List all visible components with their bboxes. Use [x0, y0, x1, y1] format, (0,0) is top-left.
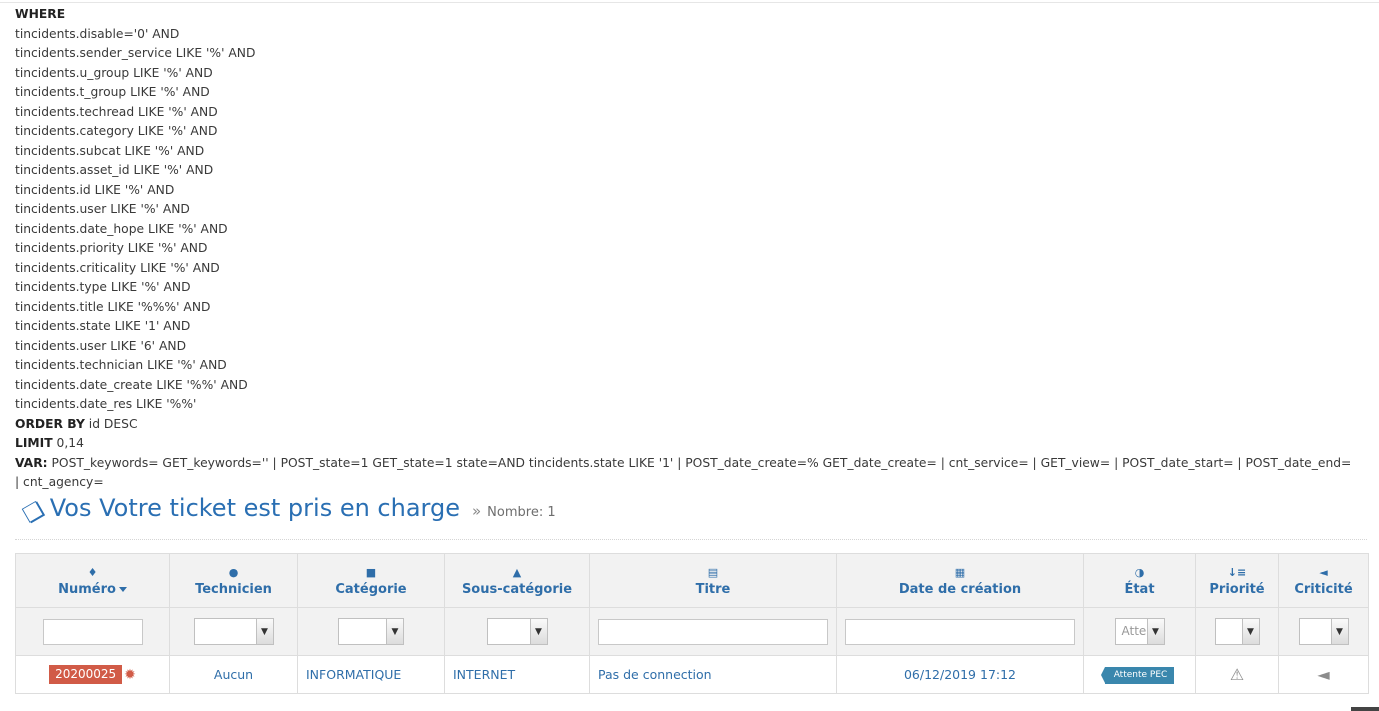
bullhorn-icon: ◄: [1319, 565, 1328, 579]
sql-conditions: tincidents.disable='0' AND tincidents.sen…: [15, 25, 1355, 415]
sitemap-icon: ▲: [512, 565, 522, 579]
column-header-numero[interactable]: ♦ Numéro: [15, 553, 170, 608]
tickets-table: ♦ Numéro ● Technicien ■ Catégorie ▲ Sous…: [15, 553, 1369, 694]
chevron-down-icon: ▼: [529, 619, 547, 644]
column-header-sous-categorie[interactable]: ▲ Sous-catégorie: [444, 553, 590, 608]
sql-condition-line: tincidents.date_res LIKE '%%': [15, 397, 197, 411]
ticket-icon: ❏: [19, 497, 49, 529]
file-text-icon: ▤: [707, 565, 719, 579]
filter-numero-input[interactable]: [42, 618, 143, 645]
filter-titre-input[interactable]: [598, 618, 828, 645]
sql-condition-line: tincidents.date_hope LIKE '%' AND: [15, 221, 228, 236]
page-title: Vos Votre ticket est pris en charge: [49, 494, 460, 522]
sql-condition-line: tincidents.id LIKE '%' AND: [15, 182, 175, 197]
sort-desc-icon: [118, 586, 127, 592]
sql-condition-line: tincidents.date_create LIKE '%%' AND: [15, 377, 248, 392]
cell-date-creation[interactable]: 06/12/2019 17:12: [836, 655, 1084, 694]
filter-technicien-select[interactable]: ▼: [193, 618, 274, 645]
heading-divider: [15, 539, 1367, 540]
double-chevron-right-icon: »: [471, 502, 482, 520]
sql-order-value: id DESC: [84, 416, 138, 431]
sql-order-keyword: ORDER BY: [15, 416, 85, 431]
cell-sous-categorie[interactable]: INTERNET: [444, 655, 590, 694]
sql-condition-line: tincidents.asset_id LIKE '%' AND: [15, 163, 214, 177]
ticket-id-badge[interactable]: 20200025: [49, 665, 123, 684]
column-header-technicien[interactable]: ● Technicien: [169, 553, 298, 608]
sql-condition-line: tincidents.category LIKE '%' AND: [15, 124, 218, 138]
sql-condition-line: tincidents.user LIKE '%' AND: [15, 202, 190, 216]
warning-icon: ⚠: [1229, 665, 1245, 684]
filter-etat-select[interactable]: Atte ▼: [1114, 618, 1165, 645]
sort-amount-icon: ↓≡: [1227, 565, 1247, 579]
sql-where-keyword: WHERE: [15, 7, 66, 21]
sql-var-value: POST_keywords= GET_keywords='' | POST_st…: [15, 455, 1352, 490]
sql-condition-line: tincidents.criticality LIKE '%' AND: [15, 260, 220, 275]
square-icon: ■: [365, 565, 377, 579]
sql-condition-line: tincidents.subcat LIKE '%' AND: [15, 143, 205, 158]
sql-debug-output: WHERE tincidents.disable='0' AND tinciden…: [15, 5, 1355, 493]
sql-condition-line: tincidents.techread LIKE '%' AND: [15, 104, 218, 119]
cell-categorie[interactable]: INFORMATIQUE: [297, 655, 445, 694]
filter-sous-categorie-select[interactable]: ▼: [486, 618, 548, 645]
column-header-date-creation[interactable]: ▦ Date de création: [836, 553, 1084, 608]
sql-condition-line: tincidents.technician LIKE '%' AND: [15, 358, 227, 372]
table-row[interactable]: 20200025 ✹ Aucun INFORMATIQUE INTERNET Pa…: [15, 655, 1369, 694]
chevron-down-icon: ▼: [1330, 619, 1348, 644]
sql-condition-line: tincidents.title LIKE '%%%' AND: [15, 299, 211, 314]
user-icon: ●: [228, 565, 239, 579]
tag-icon: ♦: [87, 565, 98, 579]
column-header-categorie[interactable]: ■ Catégorie: [297, 553, 445, 608]
top-border: [0, 2, 1379, 3]
filter-priorite-select[interactable]: ▼: [1214, 618, 1260, 645]
filter-criticite-select[interactable]: ▼: [1298, 618, 1349, 645]
sql-condition-line: tincidents.u_group LIKE '%' AND: [15, 65, 213, 80]
sql-condition-line: tincidents.sender_service LIKE '%' AND: [15, 46, 256, 60]
filter-row: ▼ ▼ ▼ Atte ▼ ▼ ▼: [15, 607, 1369, 656]
column-header-titre[interactable]: ▤ Titre: [589, 553, 837, 608]
column-header-priorite[interactable]: ↓≡ Priorité: [1195, 553, 1279, 608]
bullhorn-icon: ◄: [1317, 665, 1330, 684]
sql-condition-line: tincidents.t_group LIKE '%' AND: [15, 85, 210, 99]
sql-condition-line: tincidents.type LIKE '%' AND: [15, 280, 191, 294]
chevron-down-icon: ▼: [1146, 619, 1164, 644]
sql-var-keyword: VAR:: [15, 455, 48, 470]
sql-limit-value: 0,14: [52, 436, 84, 450]
chevron-down-icon: ▼: [255, 619, 273, 644]
ticket-count: » Nombre: 1: [471, 502, 556, 520]
sql-condition-line: tincidents.state LIKE '1' AND: [15, 319, 191, 333]
page-heading: ❏ Vos Votre ticket est pris en charge » N…: [19, 494, 556, 530]
cell-titre[interactable]: Pas de connection: [589, 655, 837, 694]
scrollbar-corner: [1351, 707, 1379, 711]
filter-categorie-select[interactable]: ▼: [338, 618, 404, 645]
new-ticket-icon: ✹: [124, 666, 136, 683]
sql-condition-line: tincidents.user LIKE '6' AND: [15, 338, 187, 353]
state-label[interactable]: Attente PEC: [1100, 667, 1175, 684]
column-header-criticite[interactable]: ◄ Criticité: [1278, 553, 1369, 608]
sql-condition-line: tincidents.priority LIKE '%' AND: [15, 241, 208, 255]
sql-condition-line: tincidents.disable='0' AND: [15, 26, 180, 41]
chevron-down-icon: ▼: [386, 619, 403, 644]
calendar-icon: ▦: [954, 565, 966, 579]
cell-technicien[interactable]: Aucun: [169, 655, 298, 694]
sql-limit-keyword: LIMIT: [15, 436, 53, 450]
filter-date-creation-input[interactable]: [845, 618, 1075, 645]
adjust-icon: ◑: [1134, 565, 1145, 579]
chevron-down-icon: ▼: [1241, 619, 1259, 644]
column-header-etat[interactable]: ◑ État: [1083, 553, 1196, 608]
